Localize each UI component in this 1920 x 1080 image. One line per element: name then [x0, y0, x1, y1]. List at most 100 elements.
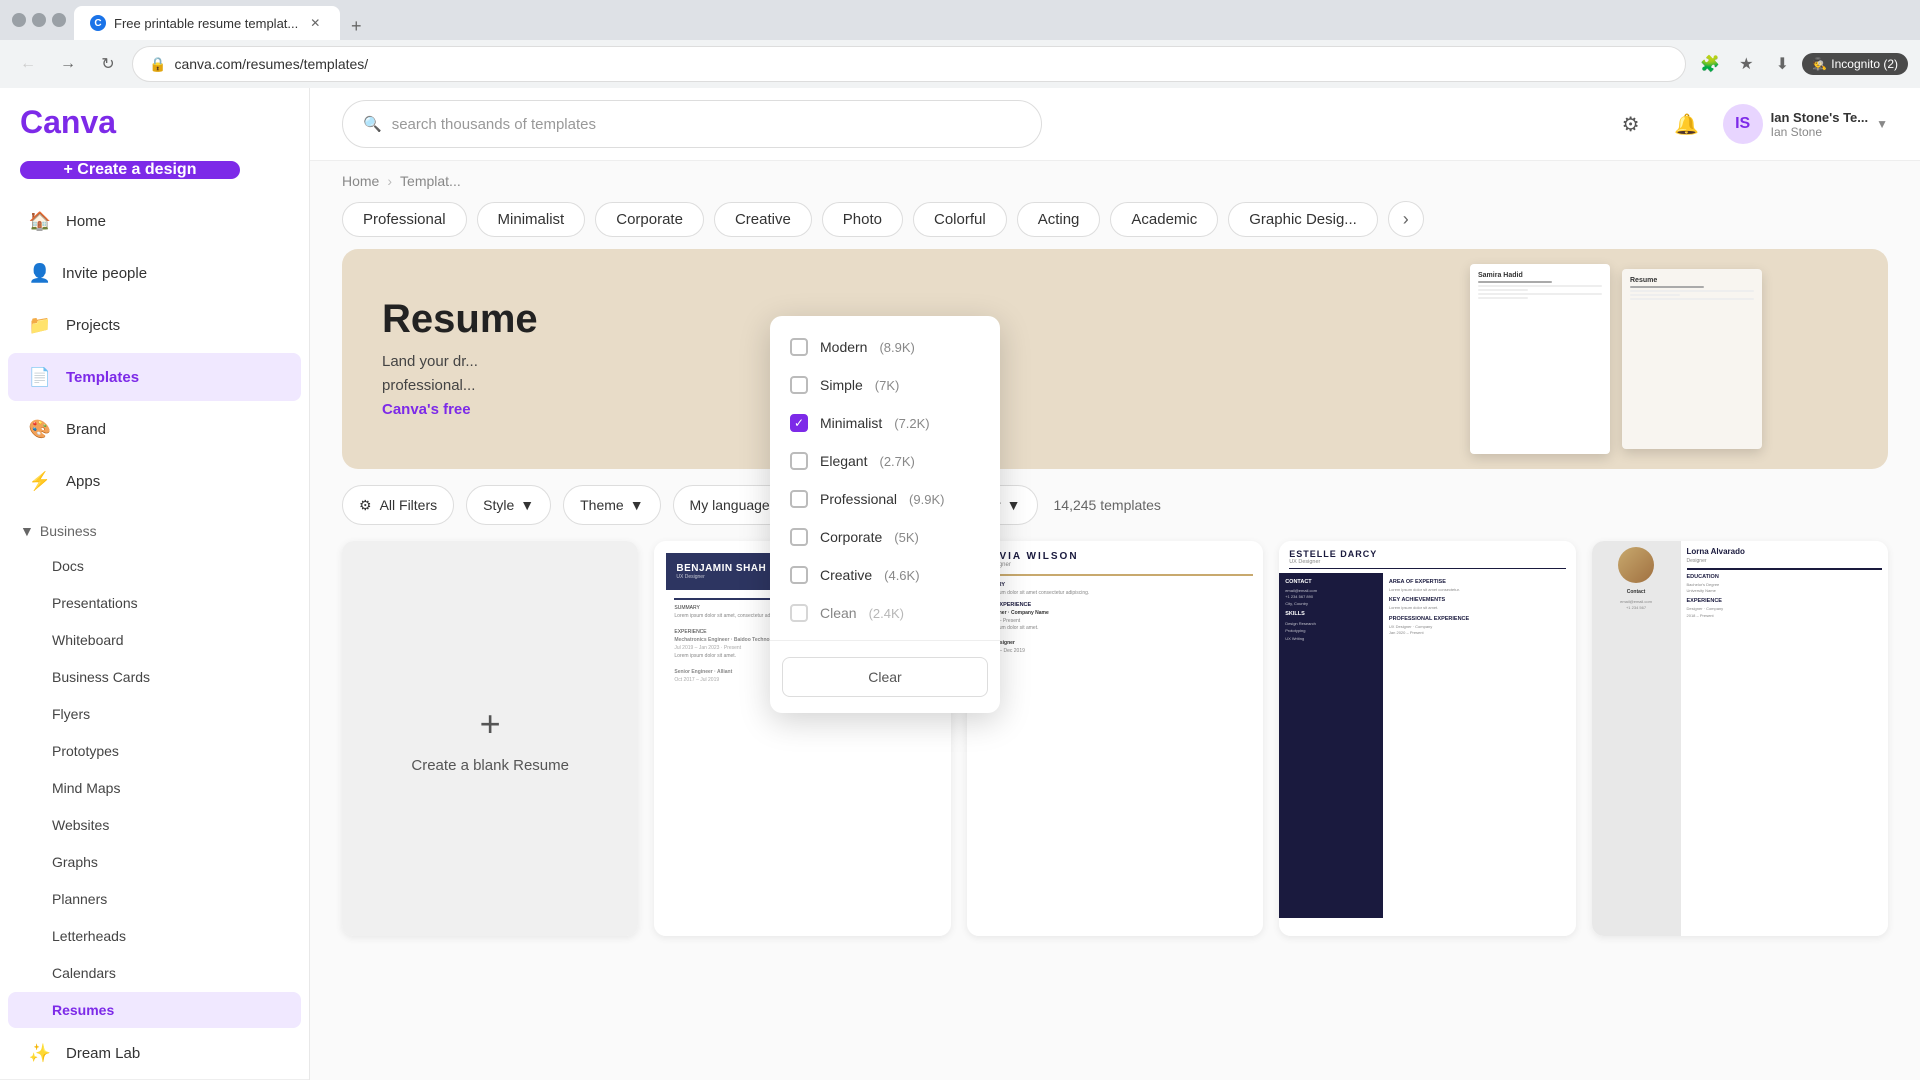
sidebar-item-docs[interactable]: Docs — [8, 548, 301, 584]
sidebar-item-business-cards[interactable]: Business Cards — [8, 659, 301, 695]
style-filter-button[interactable]: Style ▼ — [466, 485, 551, 525]
resume-content-2: OLIVIA WILSON UX Designer Summary Lorem … — [967, 541, 1263, 936]
sidebar-item-templates[interactable]: 📄 Templates — [8, 353, 301, 401]
dropdown-item-modern-count: (8.9K) — [879, 340, 914, 355]
dropdown-item-clean[interactable]: Clean (2.4K) — [770, 594, 1000, 632]
breadcrumb-section[interactable]: Templat... — [400, 173, 461, 189]
create-design-button[interactable]: + Create a design — [20, 161, 240, 179]
window-minimize[interactable] — [12, 13, 26, 27]
theme-chevron-icon: ▼ — [630, 497, 644, 513]
checkbox-corporate[interactable] — [790, 528, 808, 546]
sidebar-item-projects[interactable]: 📁 Projects — [8, 301, 301, 349]
dropdown-item-elegant[interactable]: Elegant (2.7K) — [770, 442, 1000, 480]
sidebar-item-graphs[interactable]: Graphs — [8, 844, 301, 880]
dropdown-item-minimalist[interactable]: ✓ Minimalist (7.2K) — [770, 404, 1000, 442]
chip-corporate[interactable]: Corporate — [595, 202, 704, 237]
window-maximize[interactable] — [32, 13, 46, 27]
sidebar-item-dreamlab[interactable]: ✨ Dream Lab — [8, 1029, 301, 1077]
dropdown-item-creative-label: Creative — [820, 567, 872, 583]
checkbox-minimalist[interactable]: ✓ — [790, 414, 808, 432]
address-bar[interactable]: 🔒 canva.com/resumes/templates/ — [132, 46, 1686, 82]
invite-icon: 👤 — [28, 261, 52, 285]
window-close[interactable] — [52, 13, 66, 27]
sidebar-item-brand[interactable]: 🎨 Brand — [8, 405, 301, 453]
sidebar-item-flyers[interactable]: Flyers — [8, 696, 301, 732]
settings-button[interactable]: ⚙ — [1611, 104, 1651, 144]
dropdown-item-simple-label: Simple — [820, 377, 863, 393]
chip-professional[interactable]: Professional — [342, 202, 467, 237]
chip-colorful[interactable]: Colorful — [913, 202, 1007, 237]
sidebar-item-invite[interactable]: 👤 Invite people — [8, 251, 301, 295]
sidebar-item-resumes[interactable]: Resumes — [8, 992, 301, 1028]
user-section[interactable]: IS Ian Stone's Te... Ian Stone ▼ — [1723, 104, 1888, 144]
template-card-2[interactable]: OLIVIA WILSON UX Designer Summary Lorem … — [967, 541, 1263, 936]
sidebar-item-prototypes[interactable]: Prototypes — [8, 733, 301, 769]
chip-minimalist[interactable]: Minimalist — [477, 202, 586, 237]
dropdown-item-modern[interactable]: Modern (8.9K) — [770, 328, 1000, 366]
extensions-button[interactable]: 🧩 — [1694, 48, 1726, 80]
tab-close-button[interactable]: ✕ — [306, 14, 324, 32]
refresh-button[interactable]: ↻ — [92, 48, 124, 80]
sidebar-item-calendars[interactable]: Calendars — [8, 955, 301, 991]
chip-graphic-design[interactable]: Graphic Desig... — [1228, 202, 1378, 237]
home-label: Home — [66, 213, 106, 230]
bookmark-button[interactable]: ★ — [1730, 48, 1762, 80]
category-chips: Professional Minimalist Corporate Creati… — [310, 189, 1920, 249]
checkbox-elegant[interactable] — [790, 452, 808, 470]
dropdown-item-clean-count: (2.4K) — [869, 606, 904, 621]
dropdown-item-professional[interactable]: Professional (9.9K) — [770, 480, 1000, 518]
active-tab[interactable]: C Free printable resume templat... ✕ — [74, 6, 340, 40]
dropdown-item-corporate[interactable]: Corporate (5K) — [770, 518, 1000, 556]
theme-filter-button[interactable]: Theme ▼ — [563, 485, 660, 525]
canva-logo[interactable]: Canva — [20, 104, 116, 141]
checkbox-modern[interactable] — [790, 338, 808, 356]
chip-creative[interactable]: Creative — [714, 202, 812, 237]
templates-icon: 📄 — [28, 365, 52, 389]
sidebar-item-home[interactable]: 🏠 Home — [8, 197, 301, 245]
chip-more-button[interactable]: › — [1388, 201, 1424, 237]
dropdown-clear-button[interactable]: Clear — [782, 657, 988, 697]
resume-preview-1: Samira Hadid — [1470, 264, 1610, 454]
chip-photo[interactable]: Photo — [822, 202, 903, 237]
template-card-3[interactable]: ESTELLE DARCY UX Designer CONTACT email@… — [1279, 541, 1575, 936]
all-filters-button[interactable]: ⚙ All Filters — [342, 485, 454, 525]
checkbox-professional[interactable] — [790, 490, 808, 508]
templates-label: Templates — [66, 369, 139, 386]
notifications-button[interactable]: 🔔 — [1667, 104, 1707, 144]
dropdown-divider — [770, 640, 1000, 641]
sidebar-item-apps[interactable]: ⚡ Apps — [8, 457, 301, 505]
checkbox-simple[interactable] — [790, 376, 808, 394]
chip-academic[interactable]: Academic — [1110, 202, 1218, 237]
create-blank-card[interactable]: + Create a blank Resume — [342, 541, 638, 936]
sidebar-item-websites[interactable]: Websites — [8, 807, 301, 843]
checkbox-creative[interactable] — [790, 566, 808, 584]
checkbox-clean[interactable] — [790, 604, 808, 622]
search-bar[interactable]: 🔍 search thousands of templates — [342, 100, 1042, 148]
rc4-main: Lorna Alvarado Designer EDUCATION Bachel… — [1681, 541, 1888, 936]
forward-button[interactable]: → — [52, 48, 84, 80]
back-button[interactable]: ← — [12, 48, 44, 80]
dreamlab-icon: ✨ — [28, 1041, 52, 1065]
projects-icon: 📁 — [28, 313, 52, 337]
sidebar-item-letterheads[interactable]: Letterheads — [8, 918, 301, 954]
breadcrumb-home[interactable]: Home — [342, 173, 379, 189]
dropdown-item-simple[interactable]: Simple (7K) — [770, 366, 1000, 404]
sidebar-item-mind-maps[interactable]: Mind Maps — [8, 770, 301, 806]
download-button[interactable]: ⬇ — [1766, 48, 1798, 80]
sidebar-item-presentations[interactable]: Presentations — [8, 585, 301, 621]
tab-title: Free printable resume templat... — [114, 16, 298, 31]
chip-acting[interactable]: Acting — [1017, 202, 1101, 237]
template-card-4[interactable]: Contact email@email.com +1 234 567 Lorna… — [1592, 541, 1888, 936]
dropdown-item-creative[interactable]: Creative (4.6K) — [770, 556, 1000, 594]
business-section-header[interactable]: ▼ Business — [0, 515, 309, 547]
style-dropdown[interactable]: Modern (8.9K) Simple (7K) ✓ Minimalist (… — [770, 316, 1000, 713]
new-tab-button[interactable]: + — [342, 12, 370, 40]
sidebar-item-whiteboard[interactable]: Whiteboard — [8, 622, 301, 658]
rc-olivia-name: OLIVIA WILSON — [977, 551, 1253, 562]
rc4-sidebar: Contact email@email.com +1 234 567 — [1592, 541, 1681, 936]
resume-content-3: ESTELLE DARCY UX Designer CONTACT email@… — [1279, 541, 1575, 936]
window-controls — [12, 13, 66, 27]
apps-label: Apps — [66, 473, 100, 490]
dropdown-item-simple-count: (7K) — [875, 378, 900, 393]
sidebar-item-planners[interactable]: Planners — [8, 881, 301, 917]
